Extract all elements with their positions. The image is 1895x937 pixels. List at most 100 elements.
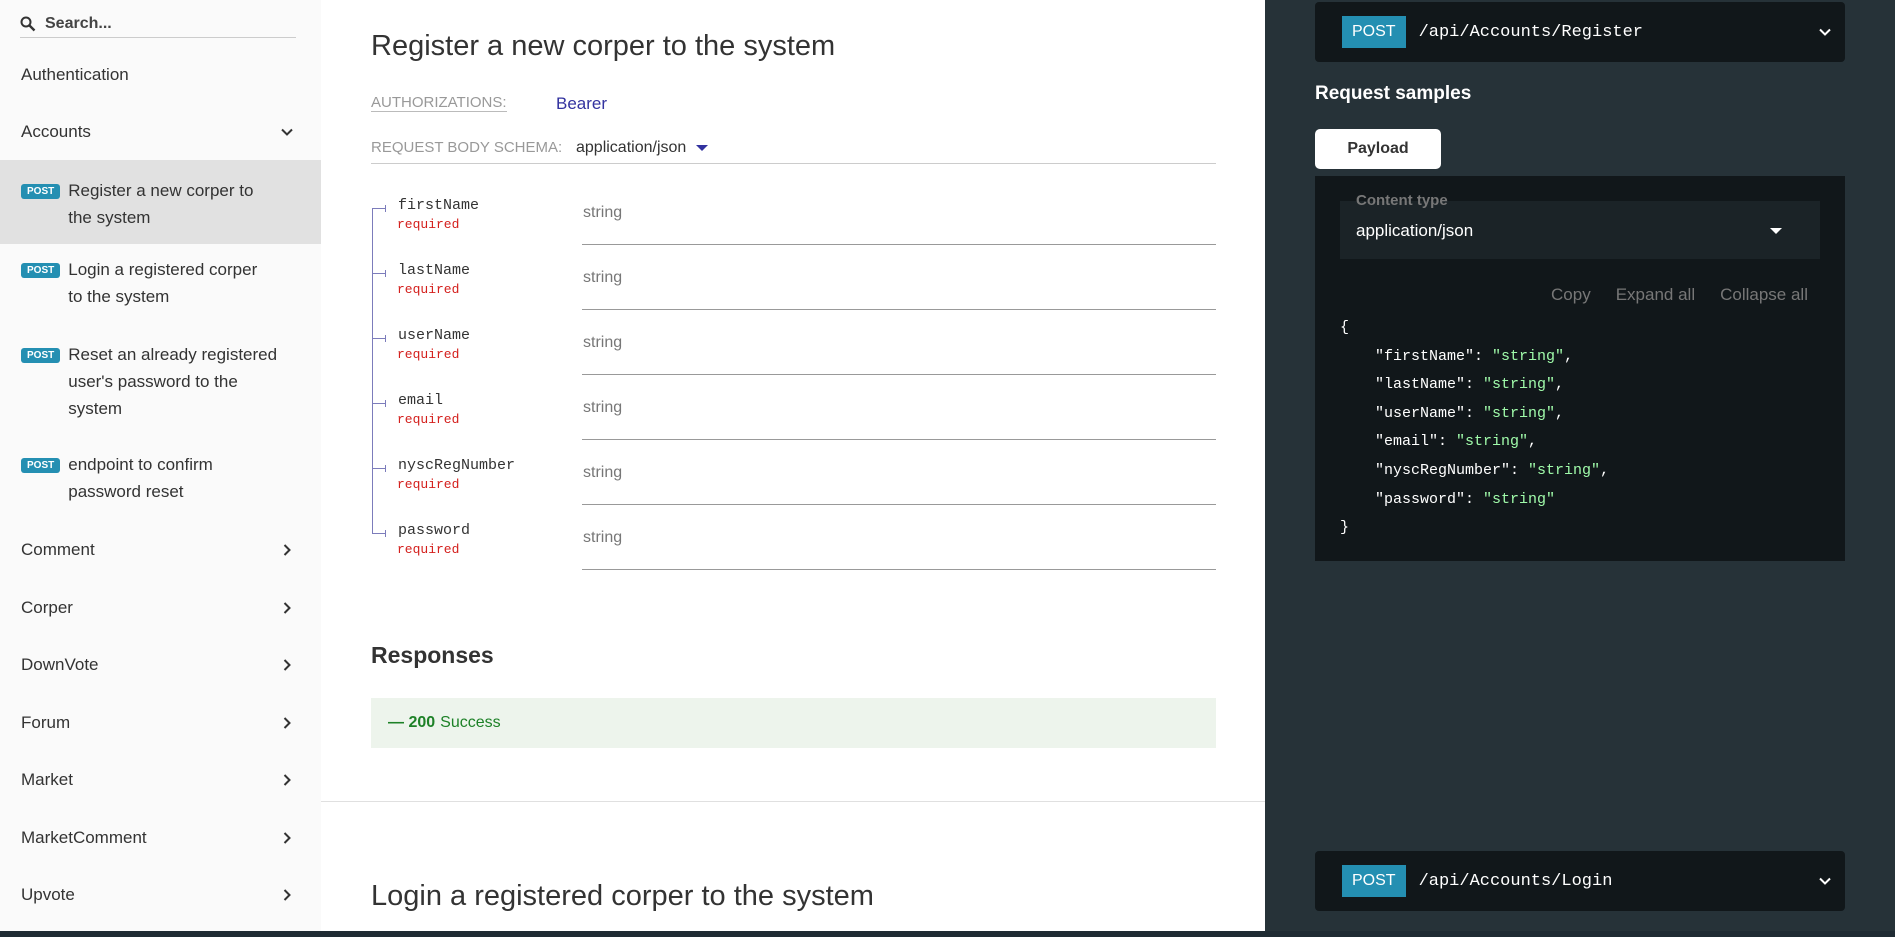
- field-type: string: [583, 464, 623, 481]
- operation-title: Register a new corper to the system: [371, 30, 836, 62]
- endpoint-path: /api/Accounts/Register: [1418, 22, 1643, 42]
- request-body-schema-row: REQUEST BODY SCHEMA: application/json: [371, 139, 1216, 164]
- chevron-down-icon: [1819, 28, 1831, 36]
- field-required: required: [397, 282, 460, 297]
- field-type: string: [583, 529, 623, 546]
- content-type-label: Content type: [1356, 192, 1448, 209]
- response-code: — 200: [388, 714, 436, 731]
- post-badge: post: [21, 263, 61, 278]
- response-description: Success: [440, 714, 501, 731]
- field-name: userName: [398, 327, 471, 344]
- endpoint-path: /api/Accounts/Login: [1418, 871, 1613, 891]
- sidebar-item-label: Upvote: [21, 885, 75, 904]
- content-type-dropdown[interactable]: Content type application/json: [1340, 192, 1820, 259]
- search-icon: [20, 16, 36, 31]
- sidebar-op-label: Reset an already registered user's passw…: [68, 345, 278, 418]
- field-required: required: [397, 217, 460, 232]
- post-badge: post: [21, 458, 61, 473]
- field-name: lastName: [398, 262, 471, 279]
- responses-title: Responses: [371, 642, 494, 668]
- caret-down-icon: [696, 145, 709, 151]
- request-samples-title: Request samples: [1315, 83, 1472, 104]
- sidebar-item-marketcomment[interactable]: MarketComment: [0, 823, 321, 853]
- field-name: nyscRegNumber: [398, 457, 516, 474]
- field-required: required: [397, 412, 460, 427]
- field-required: required: [397, 542, 460, 557]
- sidebar-item-label: Authentication: [21, 65, 129, 84]
- chevron-right-icon: [283, 889, 291, 901]
- schema-field-lastname: lastName required string: [371, 261, 1216, 326]
- content-type-value: application/json: [1356, 221, 1474, 240]
- field-type: string: [583, 334, 623, 351]
- authorizations-label: AUTHORIZATIONS:: [371, 94, 507, 112]
- response-200-button[interactable]: — 200 Success: [371, 698, 1216, 748]
- chevron-right-icon: [283, 717, 291, 729]
- field-name: email: [398, 392, 444, 409]
- chevron-down-icon: [1819, 877, 1831, 885]
- endpoint-login-toggle[interactable]: POST /api/Accounts/Login: [1315, 851, 1845, 911]
- sidebar-item-label: DownVote: [21, 655, 99, 674]
- schema-label: REQUEST BODY SCHEMA:: [371, 139, 563, 156]
- sidebar-item-authentication[interactable]: Authentication: [0, 60, 321, 90]
- field-type: string: [583, 204, 623, 221]
- http-method-badge: POST: [1342, 16, 1406, 48]
- schema-field-password: password required string: [371, 521, 1216, 586]
- sidebar-op-reset-password[interactable]: post Reset an already registered user's …: [0, 345, 321, 438]
- field-name: firstName: [398, 197, 480, 214]
- request-sample-panel: Content type application/json Copy Expan…: [1315, 176, 1845, 561]
- sidebar-item-label: Comment: [21, 540, 95, 559]
- chevron-right-icon: [283, 602, 291, 614]
- field-type: string: [583, 399, 623, 416]
- post-badge: post: [21, 184, 61, 199]
- field-type: string: [583, 269, 623, 286]
- sidebar-item-label: Market: [21, 770, 73, 789]
- section-divider: [321, 801, 1265, 802]
- payload-tab[interactable]: Payload: [1315, 129, 1441, 169]
- schema-field-username: userName required string: [371, 326, 1216, 391]
- schema-fields: firstName required string lastName requi…: [371, 196, 1216, 586]
- post-badge: post: [21, 348, 61, 363]
- sidebar-op-register[interactable]: post Register a new corper to the system: [0, 160, 321, 244]
- chevron-right-icon: [283, 544, 291, 556]
- chevron-right-icon: [283, 659, 291, 671]
- schema-field-firstname: firstName required string: [371, 196, 1216, 261]
- sidebar-item-accounts[interactable]: Accounts: [0, 117, 321, 147]
- expand-all-button[interactable]: Expand all: [1616, 285, 1695, 305]
- collapse-all-button[interactable]: Collapse all: [1720, 285, 1808, 305]
- code-actions: Copy Expand all Collapse all: [1551, 285, 1808, 305]
- endpoint-register-toggle[interactable]: POST /api/Accounts/Register: [1315, 2, 1845, 62]
- authorizations-row: AUTHORIZATIONS: Bearer: [371, 94, 607, 114]
- right-panel: POST /api/Accounts/Register Request samp…: [1265, 0, 1895, 931]
- next-operation-title: Login a registered corper to the system: [371, 880, 874, 912]
- caret-down-icon: [1770, 228, 1782, 234]
- operation-content: Register a new corper to the system AUTH…: [321, 0, 1265, 931]
- sidebar-op-label: endpoint to confirm password reset: [68, 455, 213, 501]
- sidebar-item-label: Forum: [21, 713, 71, 732]
- sidebar-item-downvote[interactable]: DownVote: [0, 650, 321, 680]
- search-input[interactable]: [45, 14, 285, 33]
- schema-content-type-dropdown[interactable]: application/json: [576, 139, 709, 157]
- sidebar-item-label: Corper: [21, 598, 73, 617]
- sidebar-op-label: Register a new corper to the system: [68, 181, 254, 227]
- sidebar-item-label: Accounts: [21, 122, 91, 141]
- sidebar-item-upvote[interactable]: Upvote: [0, 880, 321, 910]
- chevron-right-icon: [283, 832, 291, 844]
- search-bar: [20, 10, 296, 38]
- chevron-right-icon: [283, 774, 291, 786]
- sidebar-item-market[interactable]: Market: [0, 765, 321, 795]
- field-required: required: [397, 347, 460, 362]
- sidebar-item-label: MarketComment: [21, 828, 147, 847]
- chevron-down-icon: [281, 128, 293, 136]
- sidebar-item-corper[interactable]: Corper: [0, 593, 321, 623]
- sidebar: Authentication Accounts post Register a …: [0, 0, 321, 931]
- auth-bearer-link[interactable]: Bearer: [556, 94, 607, 114]
- field-name: password: [398, 522, 471, 539]
- sidebar-op-label: Login a registered corper to the system: [68, 260, 258, 306]
- sidebar-op-confirm-reset[interactable]: post endpoint to confirm password reset: [0, 455, 321, 521]
- sidebar-op-login[interactable]: post Login a registered corper to the sy…: [0, 260, 321, 326]
- json-sample-code: { "firstName": "string", "lastName": "st…: [1340, 319, 1610, 537]
- copy-button[interactable]: Copy: [1551, 285, 1591, 305]
- sidebar-item-forum[interactable]: Forum: [0, 708, 321, 738]
- field-required: required: [397, 477, 460, 492]
- sidebar-item-comment[interactable]: Comment: [0, 535, 321, 565]
